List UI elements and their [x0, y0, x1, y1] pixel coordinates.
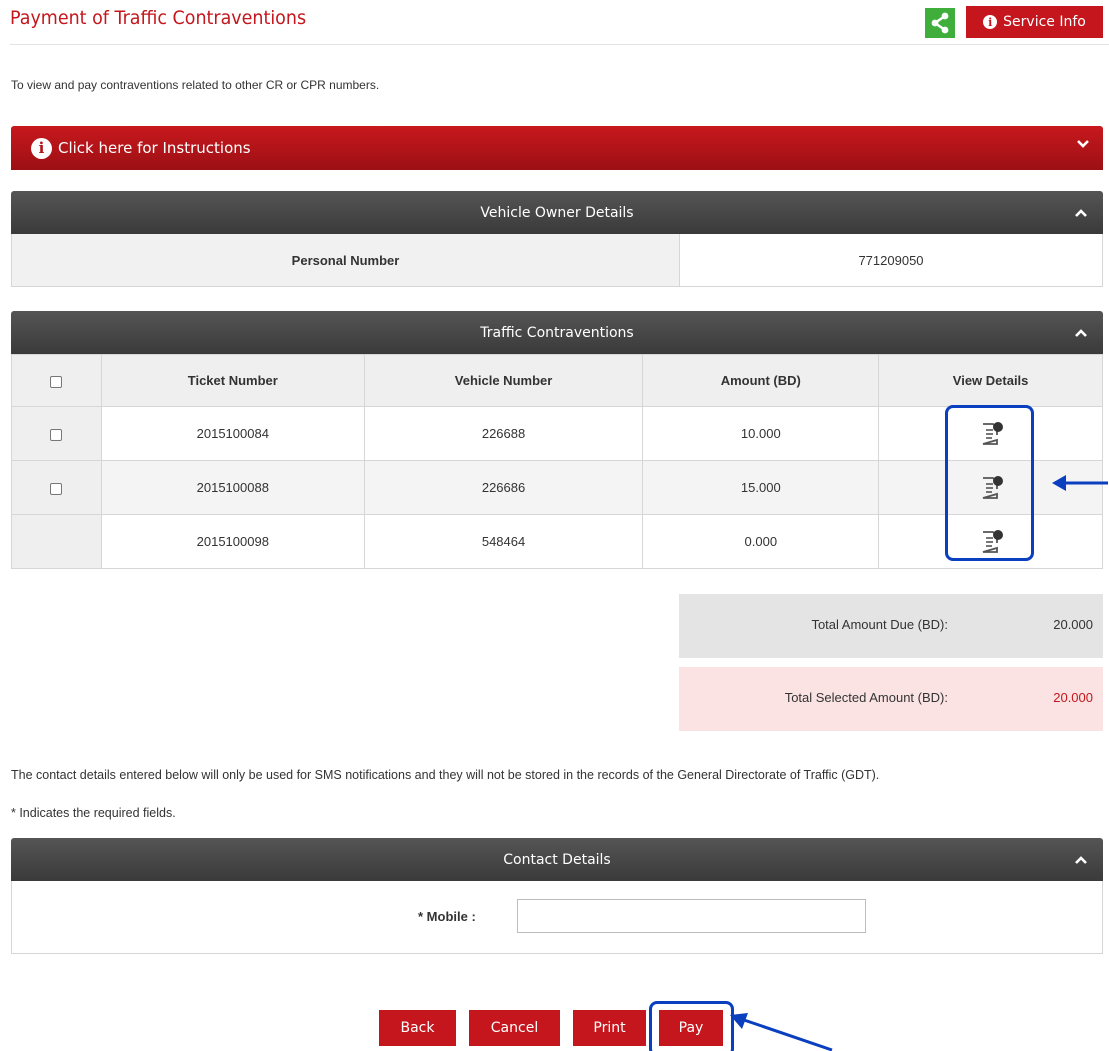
total-selected-row: Total Selected Amount (BD): 20.000 [679, 667, 1103, 731]
page-title: Payment of Traffic Contraventions [10, 7, 307, 29]
row-select-cell [11, 514, 102, 569]
vehicle-number: 226686 [363, 460, 644, 515]
column-header: Amount (BD) [642, 354, 880, 407]
ticket-number: 2015100084 [100, 406, 365, 461]
total-selected-value: 20.000 [1053, 690, 1093, 705]
header-divider [10, 44, 1109, 45]
ticket-number: 2015100088 [100, 460, 365, 515]
arrow-annotation-icon [1052, 475, 1108, 491]
vehicle-owner-panel-header[interactable]: Vehicle Owner Details [11, 191, 1103, 234]
chevron-up-icon[interactable] [1073, 205, 1089, 221]
instructions-label: Click here for Instructions [58, 139, 251, 157]
panel-title: Vehicle Owner Details [480, 204, 634, 221]
select-all-checkbox[interactable] [50, 375, 63, 388]
vehicle-number: 226688 [363, 406, 644, 461]
arrow-annotation-icon [730, 1013, 833, 1051]
mobile-input[interactable] [517, 899, 866, 933]
contact-panel-header[interactable]: Contact Details [11, 838, 1103, 881]
table-header-row: Ticket Number Vehicle Number Amount (BD)… [11, 354, 1103, 407]
amount: 0.000 [642, 514, 880, 569]
contraventions-panel-header[interactable]: Traffic Contraventions [11, 311, 1103, 354]
info-icon: i [31, 137, 52, 159]
ticket-number: 2015100098 [100, 514, 365, 569]
row-checkbox[interactable] [50, 428, 63, 441]
sms-note: The contact details entered below will o… [11, 768, 880, 782]
pay-highlight [649, 1001, 734, 1051]
cancel-button[interactable]: Cancel [469, 1010, 560, 1046]
table-row: 2015100098 548464 0.000 [11, 514, 1103, 569]
column-header: View Details [878, 354, 1103, 407]
personal-number-label: Personal Number [12, 234, 680, 286]
mobile-label: * Mobile : [418, 909, 476, 924]
select-all-cell [11, 354, 102, 407]
chevron-up-icon[interactable] [1073, 325, 1089, 341]
amount: 10.000 [642, 406, 880, 461]
column-header: Vehicle Number [363, 354, 644, 407]
contraventions-table: Ticket Number Vehicle Number Amount (BD)… [11, 354, 1103, 569]
back-button[interactable]: Back [379, 1010, 456, 1046]
panel-title: Traffic Contraventions [480, 324, 634, 341]
share-button[interactable] [925, 8, 955, 38]
vehicle-number: 548464 [363, 514, 644, 569]
personal-number-value: 771209050 [858, 252, 924, 268]
share-icon [931, 12, 949, 34]
column-header: Ticket Number [100, 354, 365, 407]
total-selected-label: Total Selected Amount (BD): [784, 690, 948, 705]
service-info-button[interactable]: i Service Info [966, 6, 1103, 38]
total-due-row: Total Amount Due (BD): 20.000 [679, 594, 1103, 658]
service-info-label: Service Info [1003, 14, 1086, 30]
total-due-value: 20.000 [1053, 617, 1093, 632]
info-icon: i [983, 15, 998, 29]
row-select-cell [11, 406, 102, 461]
print-button[interactable]: Print [573, 1010, 646, 1046]
total-due-label: Total Amount Due (BD): [811, 617, 948, 632]
table-row: 2015100088 226686 15.000 [11, 460, 1103, 515]
row-checkbox[interactable] [50, 482, 63, 495]
owner-details-row: Personal Number 771209050 [11, 234, 1103, 287]
view-details-highlight [945, 405, 1034, 561]
panel-title: Contact Details [503, 851, 611, 868]
contact-details-body: * Mobile : [11, 881, 1103, 954]
table-row: 2015100084 226688 10.000 [11, 406, 1103, 461]
required-note: * Indicates the required fields. [11, 806, 176, 820]
instructions-toggle[interactable]: i Click here for Instructions [11, 126, 1103, 170]
chevron-down-icon [1077, 140, 1089, 148]
row-select-cell [11, 460, 102, 515]
amount: 15.000 [642, 460, 880, 515]
chevron-up-icon[interactable] [1073, 852, 1089, 868]
page: Payment of Traffic Contraventions i Serv… [0, 0, 1109, 1051]
intro-text: To view and pay contraventions related t… [11, 78, 380, 92]
